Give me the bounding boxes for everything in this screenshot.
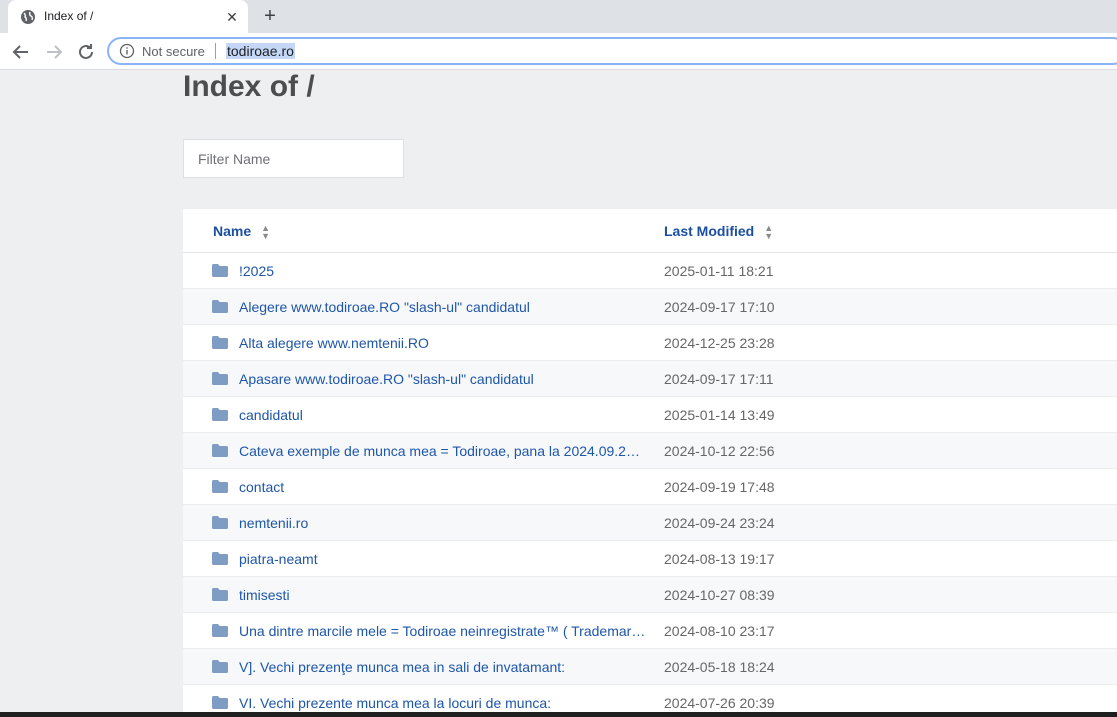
last-modified-column-header[interactable]: Last Modified ▲ ▼ — [664, 223, 774, 242]
forward-icon[interactable] — [42, 40, 66, 64]
table-row[interactable]: timisesti 2024-10-27 08:39 — [183, 577, 1117, 613]
address-bar[interactable]: Not secure todiroae.ro — [107, 37, 1117, 65]
folder-link[interactable]: Apasare www.todiroae.RO "slash-ul" candi… — [239, 371, 647, 387]
last-modified-date: 2024-05-18 18:24 — [664, 659, 775, 675]
last-modified-date: 2024-12-25 23:28 — [664, 335, 775, 351]
folder-icon — [212, 300, 228, 313]
last-modified-date: 2025-01-11 18:21 — [664, 263, 774, 279]
browser-tab[interactable]: Index of / ✕ — [8, 0, 248, 33]
table-header: Name ▲ ▼ Last Modified ▲ ▼ — [183, 209, 1117, 253]
folder-link[interactable]: candidatul — [239, 407, 647, 423]
file-table: Name ▲ ▼ Last Modified ▲ ▼ !2025 2025-01-11 1… — [183, 209, 1117, 717]
last-modified-date: 2024-10-12 22:56 — [664, 443, 775, 459]
last-modified-date: 2024-08-10 23:17 — [664, 623, 775, 639]
folder-icon — [212, 588, 228, 601]
back-icon[interactable] — [9, 40, 33, 64]
folder-icon — [212, 516, 228, 529]
last-modified-header-label: Last Modified — [664, 223, 755, 239]
table-row[interactable]: !2025 2025-01-11 18:21 — [183, 253, 1117, 289]
folder-link[interactable]: V]. Vechi prezenţe munca mea in sali de … — [239, 659, 647, 675]
globe-icon — [20, 9, 36, 25]
folder-link[interactable]: Alta alegere www.nemtenii.RO — [239, 335, 647, 351]
sort-icon: ▲ ▼ — [764, 223, 774, 242]
table-row[interactable]: Una dintre marcile mele = Todiroae neinr… — [183, 613, 1117, 649]
folder-link[interactable]: piatra-neamt — [239, 551, 647, 567]
table-row[interactable]: contact 2024-09-19 17:48 — [183, 469, 1117, 505]
table-row[interactable]: piatra-neamt 2024-08-13 19:17 — [183, 541, 1117, 577]
sort-icon: ▲ ▼ — [261, 223, 271, 242]
name-header-label: Name — [213, 223, 252, 239]
last-modified-date: 2024-09-17 17:10 — [664, 299, 775, 315]
taskbar — [0, 712, 1117, 717]
folder-icon — [212, 264, 228, 277]
last-modified-date: 2024-09-17 17:11 — [664, 371, 774, 387]
table-row[interactable]: Alegere www.todiroae.RO "slash-ul" candi… — [183, 289, 1117, 325]
table-row[interactable]: Alta alegere www.nemtenii.RO 2024-12-25 2… — [183, 325, 1117, 361]
folder-icon — [212, 372, 228, 385]
last-modified-date: 2024-08-13 19:17 — [664, 551, 775, 567]
page-title: Index of / — [183, 70, 315, 103]
folder-link[interactable]: !2025 — [239, 263, 647, 279]
table-body: !2025 2025-01-11 18:21 Alegere www.todiroa… — [183, 253, 1117, 717]
last-modified-date: 2025-01-14 13:49 — [664, 407, 775, 423]
folder-icon — [212, 624, 228, 637]
close-tab-icon[interactable]: ✕ — [223, 8, 241, 26]
folder-icon — [212, 552, 228, 565]
folder-icon — [212, 408, 228, 421]
reload-icon[interactable] — [74, 40, 98, 64]
info-icon[interactable] — [119, 43, 135, 59]
folder-link[interactable]: Alegere www.todiroae.RO "slash-ul" candi… — [239, 299, 647, 315]
folder-link[interactable]: nemtenii.ro — [239, 515, 647, 531]
folder-icon — [212, 660, 228, 673]
new-tab-icon[interactable]: + — [259, 5, 281, 27]
folder-link[interactable]: VI. Vechi prezente munca mea la locuri d… — [239, 695, 647, 711]
table-row[interactable]: Cateva exemple de munca mea = Todiroae, … — [183, 433, 1117, 469]
folder-icon — [212, 480, 228, 493]
url-text[interactable]: todiroae.ro — [226, 43, 295, 59]
tab-strip: Index of / ✕ + — [0, 0, 1117, 33]
browser-toolbar: Not secure todiroae.ro — [0, 33, 1117, 70]
folder-link[interactable]: timisesti — [239, 587, 647, 603]
folder-icon — [212, 696, 228, 709]
table-row[interactable]: Apasare www.todiroae.RO "slash-ul" candi… — [183, 361, 1117, 397]
folder-link[interactable]: Una dintre marcile mele = Todiroae neinr… — [239, 623, 647, 639]
table-row[interactable]: candidatul 2025-01-14 13:49 — [183, 397, 1117, 433]
divider — [215, 43, 216, 59]
last-modified-date: 2024-09-19 17:48 — [664, 479, 775, 495]
last-modified-date: 2024-09-24 23:24 — [664, 515, 775, 531]
security-label: Not secure — [142, 44, 205, 59]
folder-icon — [212, 336, 228, 349]
filter-name-input[interactable] — [183, 139, 404, 178]
folder-link[interactable]: contact — [239, 479, 647, 495]
table-row[interactable]: V]. Vechi prezenţe munca mea in sali de … — [183, 649, 1117, 685]
tab-title: Index of / — [44, 9, 94, 23]
folder-icon — [212, 444, 228, 457]
last-modified-date: 2024-10-27 08:39 — [664, 587, 775, 603]
table-row[interactable]: nemtenii.ro 2024-09-24 23:24 — [183, 505, 1117, 541]
last-modified-date: 2024-07-26 20:39 — [664, 695, 775, 711]
name-column-header[interactable]: Name ▲ ▼ — [213, 223, 271, 242]
folder-link[interactable]: Cateva exemple de munca mea = Todiroae, … — [239, 443, 647, 459]
